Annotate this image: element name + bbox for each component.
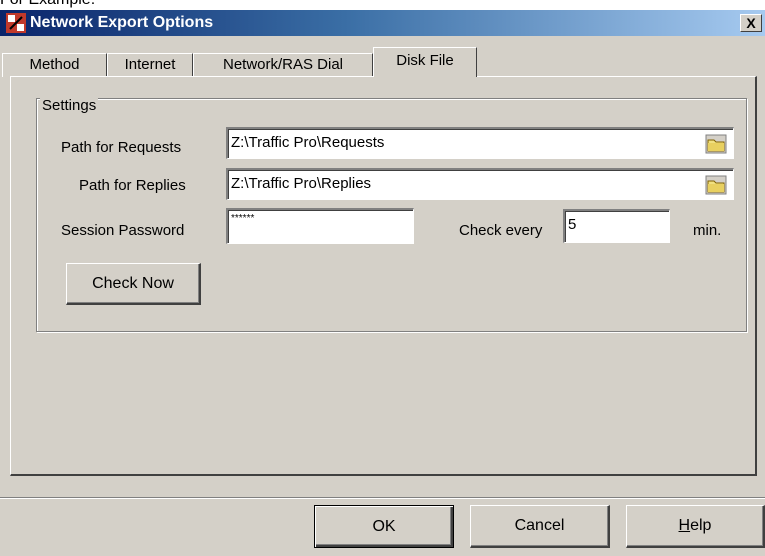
ok-label: OK [372, 517, 396, 535]
help-mnemonic: H [678, 517, 691, 534]
dialog-window: Network Export Options X Method Internet… [0, 10, 765, 556]
folder-icon[interactable] [705, 175, 727, 195]
footer-separator [0, 497, 765, 499]
tab-network-ras-dial[interactable]: Network/RAS Dial [193, 53, 373, 77]
minutes-label: min. [693, 222, 722, 239]
tab-internet[interactable]: Internet [107, 53, 193, 77]
tab-label: Disk File [396, 52, 454, 69]
tab-disk-file[interactable]: Disk File [373, 47, 477, 77]
tab-label: Internet [124, 56, 176, 73]
tab-label: Network/RAS Dial [222, 56, 344, 73]
cancel-button[interactable]: Cancel [470, 505, 610, 548]
check-every-input[interactable]: 5 [563, 209, 670, 243]
settings-group-label: Settings [40, 97, 99, 115]
check-now-label: Check Now [92, 274, 174, 292]
check-every-label: Check every [459, 222, 543, 239]
folder-icon[interactable] [705, 134, 727, 154]
caption-text: For Example: [0, 0, 95, 9]
ok-button[interactable]: OK [314, 505, 454, 548]
title-bar[interactable]: Network Export Options X [0, 10, 765, 36]
help-button[interactable]: Help [626, 505, 765, 548]
replies-path-input[interactable]: Z:\Traffic Pro\Replies [226, 168, 734, 200]
session-password-input[interactable]: ****** [226, 208, 414, 244]
close-icon: X [746, 15, 756, 31]
tab-label: Method [29, 56, 80, 73]
help-label-rest: elp [690, 517, 712, 534]
help-label: Help [679, 517, 712, 535]
network-export-icon [6, 13, 26, 33]
cancel-label: Cancel [514, 517, 565, 534]
check-now-button[interactable]: Check Now [66, 263, 201, 305]
session-password-label: Session Password [61, 222, 185, 239]
window-title: Network Export Options [30, 14, 214, 31]
tab-method[interactable]: Method [2, 53, 107, 77]
replies-path-label: Path for Replies [79, 177, 186, 194]
requests-path-input[interactable]: Z:\Traffic Pro\Requests [226, 127, 734, 159]
close-button[interactable]: X [740, 14, 762, 32]
requests-path-label: Path for Requests [61, 139, 182, 156]
